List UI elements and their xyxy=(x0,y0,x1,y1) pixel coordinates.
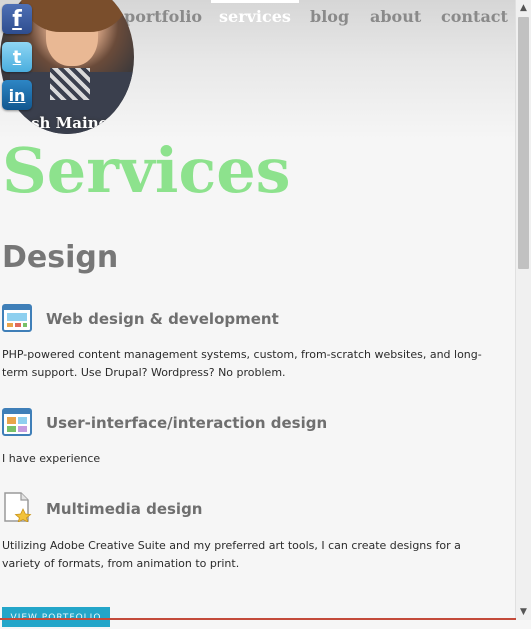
service-title-ui-design: User-interface/interaction design xyxy=(46,414,328,432)
twitter-icon[interactable]: t xyxy=(2,42,32,72)
service-title-multimedia: Multimedia design xyxy=(46,500,203,518)
page-title: Services xyxy=(2,134,291,207)
nav-about[interactable]: about xyxy=(370,7,421,26)
web-design-icon xyxy=(2,304,32,332)
nav-services[interactable]: services xyxy=(211,0,299,26)
nav-portfolio[interactable]: portfolio xyxy=(124,7,202,26)
profile-name: Josh Maines xyxy=(14,114,117,132)
avatar-hair xyxy=(20,0,130,32)
multimedia-icon xyxy=(4,492,32,522)
facebook-icon[interactable]: f xyxy=(2,4,32,34)
service-desc-multimedia: Utilizing Adobe Creative Suite and my pr… xyxy=(2,539,461,570)
scroll-down-arrow-icon[interactable]: ▼ xyxy=(516,604,531,620)
service-desc-web-design: PHP-powered content management systems, … xyxy=(2,348,482,379)
nav-blog[interactable]: blog xyxy=(310,7,349,26)
nav-contact[interactable]: contact xyxy=(441,7,508,26)
vertical-scrollbar[interactable]: ▲ ▼ xyxy=(515,0,531,620)
linkedin-icon[interactable]: in xyxy=(2,80,32,110)
scroll-up-arrow-icon[interactable]: ▲ xyxy=(516,0,531,16)
section-title-design: Design xyxy=(2,240,119,275)
ui-design-icon xyxy=(2,408,32,436)
main-nav: portfolio services blog about contact xyxy=(120,0,512,31)
view-portfolio-button[interactable]: VIEW PORTFOLIO xyxy=(2,607,110,627)
service-title-web-design: Web design & development xyxy=(46,310,279,328)
scrollbar-thumb[interactable] xyxy=(518,17,529,269)
avatar-collar xyxy=(50,68,90,100)
service-desc-ui-design: I have experience xyxy=(2,452,101,465)
